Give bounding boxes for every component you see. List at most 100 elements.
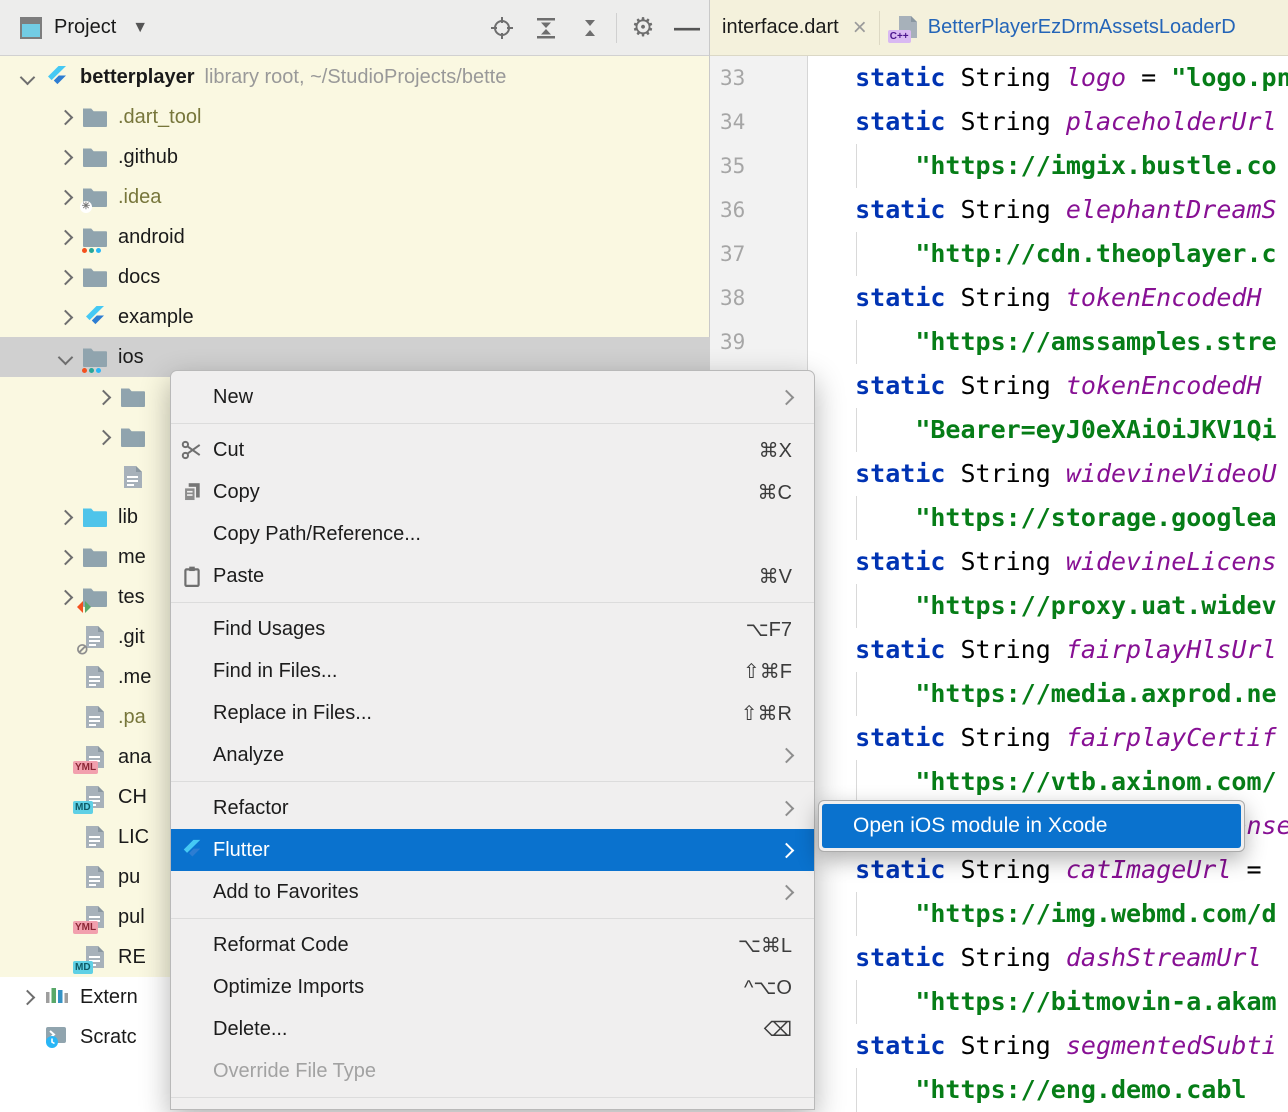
menu-item-delete[interactable]: Delete...⌫ — [171, 1008, 814, 1050]
code-line-46[interactable]: static String fairplayHlsUrl — [825, 628, 1288, 672]
tree-item-hint: library root, ~/StudioProjects/bette — [205, 66, 507, 89]
code-line-44[interactable]: static String widevineLicens — [825, 540, 1288, 584]
menu-item-find-in-files[interactable]: Find in Files...⇧⌘F — [171, 650, 814, 692]
menu-item-refactor[interactable]: Refactor — [171, 787, 814, 829]
tree-item-label: .pa — [118, 706, 146, 729]
menu-item-label: Flutter — [213, 839, 781, 862]
tree-item-label: .me — [118, 666, 151, 689]
menu-item-paste[interactable]: Paste⌘V — [171, 555, 814, 597]
menu-item-label: Paste — [213, 565, 759, 588]
code-line-45[interactable]: "https://proxy.uat.widev — [825, 584, 1288, 628]
tree-item-label: Extern — [80, 986, 138, 1009]
tree-item-label: pu — [118, 866, 140, 889]
submenu-chevron-icon — [781, 803, 814, 814]
menu-item-copy[interactable]: Copy⌘C — [171, 471, 814, 513]
chevron-closed-icon[interactable] — [50, 232, 80, 243]
tree-item-label: betterplayer — [80, 66, 195, 89]
code-line-41[interactable]: "Bearer=eyJ0eXAiOiJKV1Qi — [825, 408, 1288, 452]
code-line-49[interactable]: "https://vtb.axinom.com/ — [825, 760, 1288, 804]
chevron-closed-icon[interactable] — [50, 272, 80, 283]
cut-icon — [171, 439, 213, 461]
code-line-51[interactable]: static String catImageUrl = — [825, 848, 1288, 892]
menu-separator — [171, 1097, 814, 1098]
chevron-closed-icon[interactable] — [50, 592, 80, 603]
submenu-chevron-icon — [781, 845, 814, 856]
module-icon — [80, 344, 110, 370]
code-line-42[interactable]: static String widevineVideoU — [825, 452, 1288, 496]
editor-code-area[interactable]: static String logo = "logo.png static St… — [825, 56, 1288, 1080]
chevron-closed-icon[interactable] — [50, 312, 80, 323]
tree-item--dart-tool[interactable]: .dart_tool — [0, 97, 759, 137]
code-line-48[interactable]: static String fairplayCertif — [825, 716, 1288, 760]
menu-shortcut: ⇧⌘R — [741, 701, 814, 726]
code-line-47[interactable]: "https://media.axprod.ne — [825, 672, 1288, 716]
code-line-40[interactable]: static String tokenEncodedH — [825, 364, 1288, 408]
chevron-closed-icon[interactable] — [50, 552, 80, 563]
line-number: 38 — [720, 276, 745, 320]
ide-window: { "colors":{"accent":"#0a72ce","sel":"#d… — [0, 0, 1288, 1080]
menu-item-label: Reformat Code — [213, 934, 738, 957]
file-icon — [80, 664, 110, 690]
tree-item-example[interactable]: example — [0, 297, 759, 337]
menu-item-replace-in-files[interactable]: Replace in Files...⇧⌘R — [171, 692, 814, 734]
menu-item-label: Add to Favorites — [213, 881, 781, 904]
chevron-closed-icon[interactable] — [88, 392, 118, 403]
menu-item-copy-path-reference[interactable]: Copy Path/Reference... — [171, 513, 814, 555]
menu-item-reformat-code[interactable]: Reformat Code⌥⌘L — [171, 924, 814, 966]
menu-item-add-to-favorites[interactable]: Add to Favorites — [171, 871, 814, 913]
tree-item-label: ios — [118, 346, 144, 369]
yml-icon: YML — [80, 744, 110, 770]
code-line-56[interactable]: "https://eng.demo.cabl — [825, 1068, 1288, 1112]
chevron-closed-icon[interactable] — [88, 432, 118, 443]
menu-item-analyze[interactable]: Analyze — [171, 734, 814, 776]
code-line-43[interactable]: "https://storage.googlea — [825, 496, 1288, 540]
tree-item-android[interactable]: android — [0, 217, 759, 257]
code-line-36[interactable]: static String elephantDreamS — [825, 188, 1288, 232]
chevron-closed-icon[interactable] — [50, 192, 80, 203]
tab-betterplayer-ezdrm[interactable]: C++ BetterPlayerEzDrmAssetsLoaderD — [880, 0, 1248, 55]
tree-item--idea[interactable]: ✳.idea — [0, 177, 759, 217]
tree-item-betterplayer[interactable]: betterplayer library root, ~/StudioProjec… — [0, 57, 721, 97]
line-number: 36 — [720, 188, 745, 232]
menu-item-flutter[interactable]: Flutter — [171, 829, 814, 871]
menu-item-find-usages[interactable]: Find Usages⌥F7 — [171, 608, 814, 650]
tab-close-icon[interactable]: × — [853, 14, 867, 42]
ignored-icon: ⊘ — [80, 624, 110, 650]
code-line-34[interactable]: static String placeholderUrl — [825, 100, 1288, 144]
code-line-54[interactable]: "https://bitmovin-a.akam — [825, 980, 1288, 1024]
tab-interface-dart[interactable]: interface.dart × — [710, 0, 879, 55]
menu-item-new[interactable]: New — [171, 376, 814, 418]
submenu-chevron-icon — [781, 887, 814, 898]
code-line-55[interactable]: static String segmentedSubti — [825, 1024, 1288, 1068]
menu-item-open-ios-module-in-xcode[interactable]: Open iOS module in Xcode — [822, 804, 1241, 848]
code-line-38[interactable]: static String tokenEncodedH — [825, 276, 1288, 320]
chevron-open-icon[interactable] — [12, 72, 42, 83]
code-line-52[interactable]: "https://img.webmd.com/d — [825, 892, 1288, 936]
menu-item-cut[interactable]: Cut⌘X — [171, 429, 814, 471]
menu-item-optimize-imports[interactable]: Optimize Imports^⌥O — [171, 966, 814, 1008]
chevron-closed-icon[interactable] — [50, 152, 80, 163]
code-line-37[interactable]: "http://cdn.theoplayer.c — [825, 232, 1288, 276]
menu-item-label: Find Usages — [213, 618, 746, 641]
menu-shortcut: ⌥⌘L — [738, 933, 814, 958]
submenu-chevron-icon — [781, 392, 814, 403]
code-line-39[interactable]: "https://amssamples.stre — [825, 320, 1288, 364]
chevron-open-icon[interactable] — [50, 352, 80, 363]
tree-item--github[interactable]: .github — [0, 137, 759, 177]
line-number: 35 — [720, 144, 745, 188]
menu-item-override-file-type: Override File Type — [171, 1050, 814, 1092]
menu-item-label: Copy Path/Reference... — [213, 523, 792, 546]
tree-item-label: pul — [118, 906, 145, 929]
chevron-closed-icon[interactable] — [12, 992, 42, 1003]
menu-item-label: Delete... — [213, 1018, 764, 1041]
file-icon — [118, 464, 148, 490]
code-line-33[interactable]: static String logo = "logo.png — [825, 56, 1288, 100]
tree-item-label: example — [118, 306, 194, 329]
chevron-closed-icon[interactable] — [50, 512, 80, 523]
tree-item-docs[interactable]: docs — [0, 257, 759, 297]
code-line-35[interactable]: "https://imgix.bustle.co — [825, 144, 1288, 188]
chevron-closed-icon[interactable] — [50, 112, 80, 123]
code-line-53[interactable]: static String dashStreamUrl — [825, 936, 1288, 980]
folder-icon — [80, 144, 110, 170]
tree-item-label: ana — [118, 746, 151, 769]
